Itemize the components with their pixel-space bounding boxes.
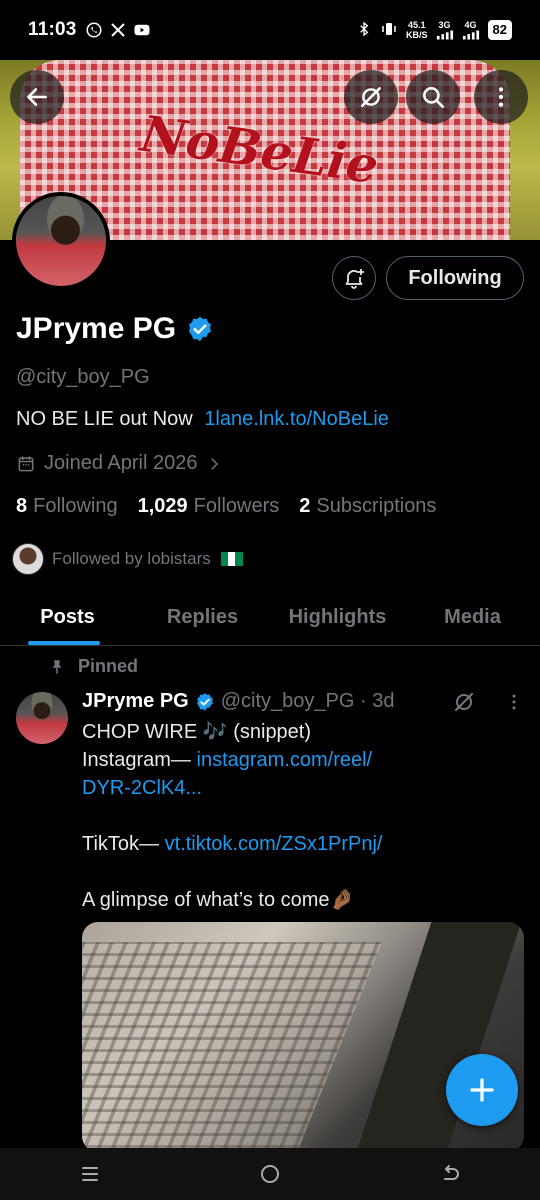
grok-icon[interactable] — [452, 690, 476, 714]
status-bar: 11:03 45.1 KB/S 3G 4G 82 — [0, 0, 540, 60]
post-author-name[interactable]: JPryme PG — [82, 690, 189, 713]
system-nav-bar — [0, 1148, 540, 1200]
signal-3g-label: 3G — [438, 20, 451, 30]
recent-apps-icon[interactable] — [78, 1162, 102, 1186]
verified-badge-icon[interactable] — [186, 315, 214, 343]
following-count: 8 — [16, 495, 28, 517]
joined-date: Joined April 2026 — [44, 452, 198, 474]
tab-posts[interactable]: Posts — [0, 590, 135, 645]
profile-bio: NO BE LIE out Now 1lane.lnk.to/NoBeLie — [16, 408, 389, 431]
followed-by-text: Followed by lobistars — [52, 549, 211, 568]
more-vertical-icon[interactable] — [504, 692, 524, 712]
post-line-2: Instagram— instagram.com/reel/ — [82, 746, 522, 774]
profile-handle: @city_boy_PG — [16, 366, 150, 388]
following-button[interactable]: Following — [386, 256, 524, 300]
back-nav-icon[interactable] — [438, 1162, 462, 1186]
subscriptions-count: 2 — [299, 495, 311, 517]
signal-4g-label: 4G — [464, 20, 477, 30]
post-author-avatar[interactable] — [16, 692, 68, 744]
tab-media[interactable]: Media — [405, 590, 540, 645]
chevron-right-icon — [211, 457, 219, 470]
tiktok-label: TikTok— — [82, 833, 160, 855]
nigeria-flag-icon — [220, 552, 243, 566]
bell-plus-icon — [345, 269, 364, 289]
more-vertical-icon — [498, 87, 504, 107]
arrow-left-icon — [27, 88, 47, 106]
tab-highlights[interactable]: Highlights — [270, 590, 405, 645]
following-stat[interactable]: 8 Following — [16, 495, 118, 518]
post-media-video[interactable] — [82, 922, 524, 1152]
instagram-link[interactable]: instagram.com/reel/ — [197, 749, 373, 771]
notifications-button[interactable] — [332, 256, 376, 300]
back-button[interactable] — [10, 70, 64, 124]
tiktok-link[interactable]: vt.tiktok.com/ZSx1PrPnj/ — [165, 833, 383, 855]
profile-name-row: JPryme PG — [16, 312, 214, 346]
plus-icon — [470, 1078, 494, 1102]
network-speed: 45.1 KB/S — [406, 20, 428, 40]
followers-label: Followers — [193, 495, 280, 517]
status-time: 11:03 — [28, 19, 77, 40]
signal-4g: 4G — [462, 20, 480, 40]
instagram-label: Instagram— — [82, 749, 191, 771]
follower-avatar — [12, 543, 44, 575]
grok-icon — [361, 87, 381, 107]
signal-3g: 3G — [436, 20, 454, 40]
bio-text: NO BE LIE out Now — [16, 408, 193, 430]
bluetooth-icon — [356, 21, 372, 40]
calendar-icon — [18, 456, 34, 471]
grok-button[interactable] — [344, 70, 398, 124]
whatsapp-icon — [85, 21, 103, 39]
post-line-1: CHOP WIRE 🎶 (snippet) — [82, 721, 312, 743]
profile-tabs: Posts Replies Highlights Media — [0, 590, 540, 646]
speed-value: 45.1 — [408, 20, 426, 30]
tab-replies[interactable]: Replies — [135, 590, 270, 645]
post-handle-time: @city_boy_PG · 3d — [220, 690, 395, 712]
bio-link[interactable]: 1lane.lnk.to/NoBeLie — [204, 408, 389, 430]
post-line-5: A glimpse of what’s to come🤌🏾 — [82, 889, 355, 911]
post-line-4: TikTok— vt.tiktok.com/ZSx1PrPnj/ — [82, 830, 522, 858]
post-text: CHOP WIRE 🎶 (snippet) Instagram— instagr… — [82, 718, 522, 914]
followers-count: 1,029 — [137, 495, 188, 517]
x-logo-icon — [109, 21, 127, 39]
pinned-label: Pinned — [78, 656, 139, 676]
search-button[interactable] — [406, 70, 460, 124]
following-label: Following — [33, 495, 118, 517]
pinned-label-row: Pinned — [48, 656, 138, 677]
followed-by-row[interactable]: Followed by lobistars — [12, 543, 243, 575]
profile-stats: 8 Following 1,029 Followers 2 Subscriptions — [16, 495, 436, 518]
pin-icon — [52, 659, 62, 674]
vibrate-icon — [380, 20, 398, 41]
search-icon — [423, 87, 445, 109]
instagram-link-cont[interactable]: DYR-2ClK4... — [82, 774, 522, 802]
post-tools — [452, 690, 524, 714]
verified-badge-icon — [196, 692, 213, 711]
battery-indicator: 82 — [487, 20, 512, 40]
speed-unit: KB/S — [406, 30, 428, 40]
joined-date-row[interactable]: Joined April 2026 — [16, 452, 223, 475]
profile-avatar[interactable] — [12, 192, 110, 290]
home-icon[interactable] — [258, 1162, 282, 1186]
followers-stat[interactable]: 1,029 Followers — [138, 495, 280, 518]
profile-name: JPryme PG — [16, 312, 177, 345]
compose-post-button[interactable] — [446, 1054, 518, 1126]
subscriptions-stat[interactable]: 2 Subscriptions — [299, 495, 436, 518]
youtube-icon — [133, 21, 151, 39]
more-options-button[interactable] — [474, 70, 528, 124]
subscriptions-label: Subscriptions — [316, 495, 437, 517]
post-header: JPryme PG @city_boy_PG · 3d — [82, 690, 394, 713]
